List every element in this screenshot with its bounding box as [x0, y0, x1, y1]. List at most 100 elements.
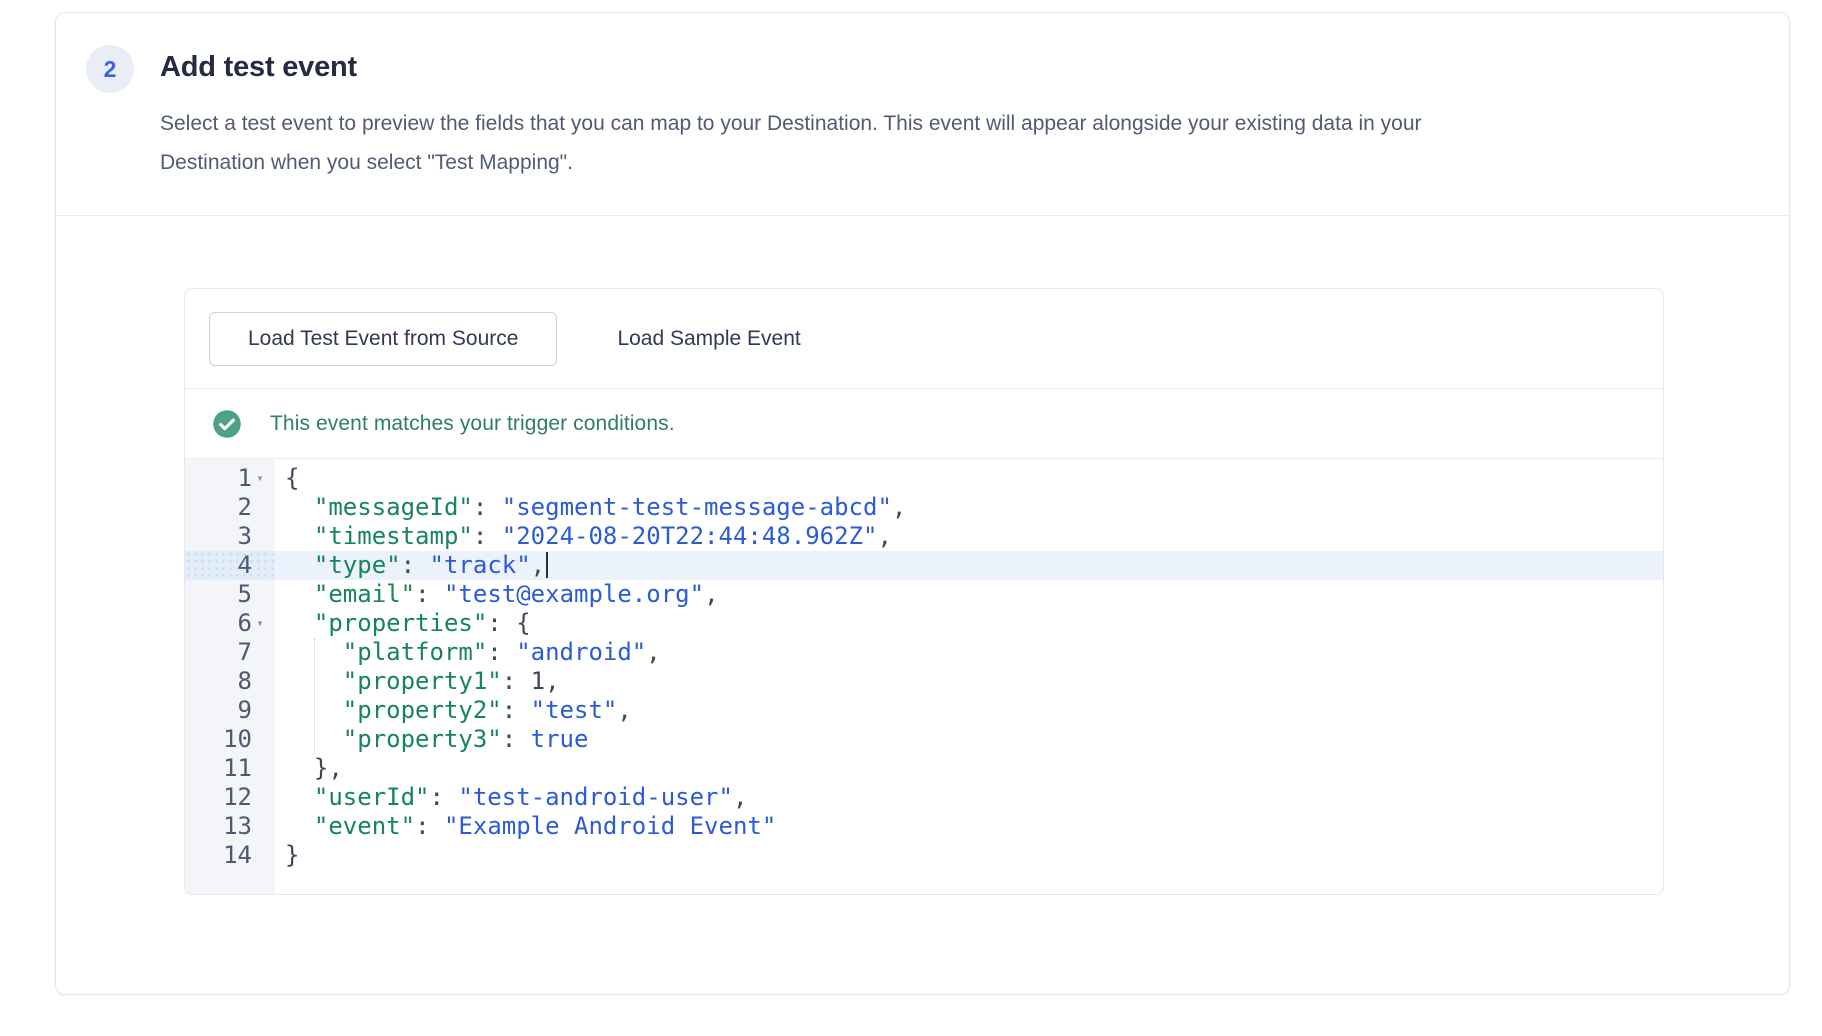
token-s: "test-android-user" — [458, 783, 733, 811]
token-k: "properties" — [314, 609, 487, 637]
code-line-5[interactable]: 5 "email": "test@example.org", — [185, 580, 1663, 609]
token-k: "event" — [314, 812, 415, 840]
code-text[interactable]: "timestamp": "2024-08-20T22:44:48.962Z", — [275, 522, 1663, 551]
load-sample-event-button[interactable]: Load Sample Event — [587, 312, 830, 366]
line-number-7: 7 — [185, 638, 275, 667]
token-p — [285, 493, 314, 521]
header-text: Add test event Select a test event to pr… — [160, 41, 1490, 215]
line-number-text: 8 — [238, 667, 252, 696]
fold-arrow-icon[interactable]: ▾ — [252, 464, 268, 493]
token-k: "userId" — [314, 783, 430, 811]
line-number-text: 3 — [238, 522, 252, 551]
text-cursor — [546, 552, 548, 578]
code-line-6[interactable]: 6▾ "properties": { — [185, 609, 1663, 638]
code-text[interactable]: }, — [275, 754, 1663, 783]
code-line-3[interactable]: 3 "timestamp": "2024-08-20T22:44:48.962Z… — [185, 522, 1663, 551]
line-number-text: 5 — [238, 580, 252, 609]
code-text[interactable]: "type": "track", — [275, 551, 1663, 580]
token-s: "test" — [531, 696, 618, 724]
token-p: , — [704, 580, 718, 608]
code-text[interactable]: } — [275, 841, 1663, 870]
token-p: , — [545, 667, 559, 695]
line-number-text: 4 — [238, 551, 252, 580]
add-test-event-card: 2 Add test event Select a test event to … — [55, 12, 1790, 995]
page: 2 Add test event Select a test event to … — [0, 0, 1822, 1036]
token-p: : — [502, 696, 531, 724]
code-text[interactable]: "property1": 1, — [275, 667, 1663, 696]
line-number-14: 14 — [185, 841, 275, 870]
line-number-11: 11 — [185, 754, 275, 783]
line-number-text: 6 — [238, 609, 252, 638]
token-k: "email" — [314, 580, 415, 608]
token-p — [285, 812, 314, 840]
token-p: { — [285, 464, 299, 492]
line-number-12: 12 — [185, 783, 275, 812]
token-p: : — [502, 725, 531, 753]
code-line-8[interactable]: 8 "property1": 1, — [185, 667, 1663, 696]
load-test-event-button[interactable]: Load Test Event from Source — [209, 312, 557, 366]
code-line-9[interactable]: 9 "property2": "test", — [185, 696, 1663, 725]
code-line-2[interactable]: 2 "messageId": "segment-test-message-abc… — [185, 493, 1663, 522]
code-line-12[interactable]: 12 "userId": "test-android-user", — [185, 783, 1663, 812]
token-p: , — [617, 696, 631, 724]
step-description: Select a test event to preview the field… — [160, 104, 1490, 182]
token-s: "test@example.org" — [444, 580, 704, 608]
line-number-text: 2 — [238, 493, 252, 522]
line-number-13: 13 — [185, 812, 275, 841]
code-text[interactable]: { — [275, 464, 1663, 493]
code-line-7[interactable]: 7 "platform": "android", — [185, 638, 1663, 667]
token-n: 1 — [531, 667, 545, 695]
page-title: Add test event — [160, 51, 1490, 84]
token-p — [285, 551, 314, 579]
token-s: "android" — [516, 638, 646, 666]
token-k: "messageId" — [314, 493, 473, 521]
code-line-4[interactable]: 4 "type": "track", — [185, 551, 1663, 580]
code-line-1[interactable]: 1▾ { — [185, 464, 1663, 493]
line-number-1[interactable]: 1▾ — [185, 464, 275, 493]
indent-guide — [314, 638, 315, 754]
code-text[interactable]: "properties": { — [275, 609, 1663, 638]
line-number-text: 14 — [223, 841, 252, 870]
code-line-13[interactable]: 13 "event": "Example Android Event" — [185, 812, 1663, 841]
line-number-text: 12 — [223, 783, 252, 812]
token-p: : — [415, 812, 444, 840]
code-line-10[interactable]: 10 "property3": true — [185, 725, 1663, 754]
code-text[interactable]: "property2": "test", — [275, 696, 1663, 725]
token-p: } — [285, 841, 299, 869]
token-p: : — [473, 493, 502, 521]
line-number-text: 11 — [223, 754, 252, 783]
code-text[interactable]: "event": "Example Android Event" — [275, 812, 1663, 841]
token-p: , — [646, 638, 660, 666]
code-text[interactable]: "platform": "android", — [275, 638, 1663, 667]
code-text[interactable]: "property3": true — [275, 725, 1663, 754]
test-event-toolbar: Load Test Event from Source Load Sample … — [185, 289, 1663, 389]
line-number-10: 10 — [185, 725, 275, 754]
line-number-6[interactable]: 6▾ — [185, 609, 275, 638]
token-s: "track" — [430, 551, 531, 579]
step-number-badge: 2 — [86, 45, 134, 93]
token-p: : { — [487, 609, 530, 637]
token-p: : — [401, 551, 430, 579]
card-body: Load Test Event from Source Load Sample … — [56, 216, 1789, 895]
token-k: "timestamp" — [314, 522, 473, 550]
token-p: : — [415, 580, 444, 608]
token-s: "Example Android Event" — [444, 812, 776, 840]
trigger-match-status: This event matches your trigger conditio… — [185, 389, 1663, 459]
line-number-text: 1 — [238, 464, 252, 493]
token-p: , — [531, 551, 545, 579]
token-p: , — [733, 783, 747, 811]
line-number-5: 5 — [185, 580, 275, 609]
code-line-14[interactable]: 14} — [185, 841, 1663, 870]
code-line-11[interactable]: 11 }, — [185, 754, 1663, 783]
line-number-text: 10 — [223, 725, 252, 754]
fold-arrow-icon[interactable]: ▾ — [252, 609, 268, 638]
code-text[interactable]: "userId": "test-android-user", — [275, 783, 1663, 812]
line-number-9: 9 — [185, 696, 275, 725]
json-editor[interactable]: 1▾{2 "messageId": "segment-test-message-… — [185, 459, 1663, 894]
line-number-text: 9 — [238, 696, 252, 725]
test-event-panel: Load Test Event from Source Load Sample … — [184, 288, 1664, 895]
step-number: 2 — [104, 56, 117, 83]
check-circle-icon — [212, 409, 242, 439]
code-text[interactable]: "messageId": "segment-test-message-abcd"… — [275, 493, 1663, 522]
code-text[interactable]: "email": "test@example.org", — [275, 580, 1663, 609]
